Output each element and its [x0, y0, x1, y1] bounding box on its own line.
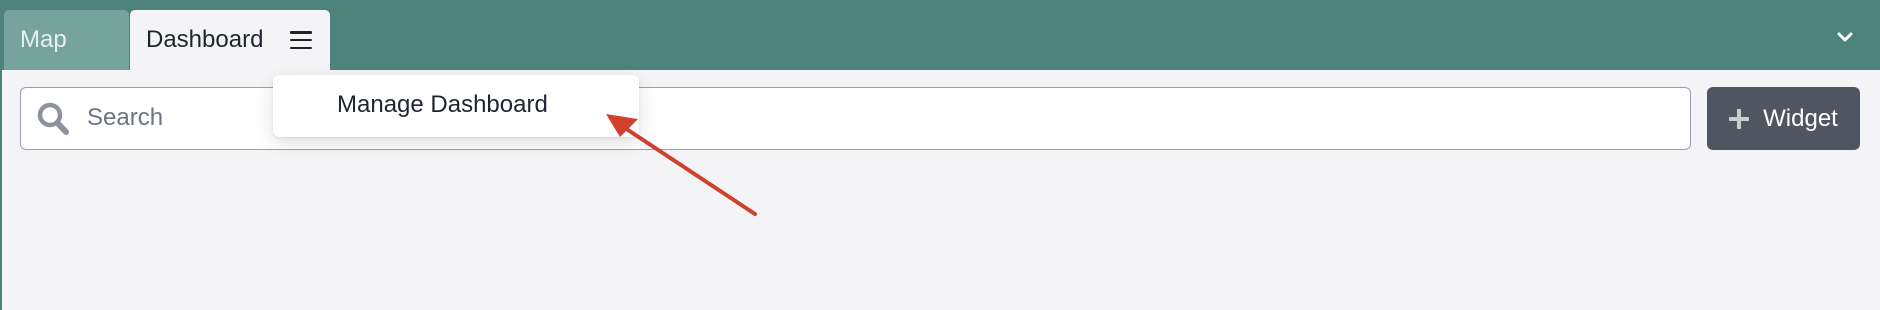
search-icon [37, 102, 69, 135]
hamburger-menu-icon[interactable] [290, 31, 312, 49]
plus-icon [1729, 108, 1750, 129]
menu-item-manage-dashboard[interactable]: Manage Dashboard [337, 91, 548, 119]
tab-dashboard-label: Dashboard [146, 26, 264, 53]
dashboard-tab-menu: Manage Dashboard [273, 75, 639, 137]
add-widget-button[interactable]: Widget [1707, 87, 1860, 150]
app-window: Map Dashboard Widget Manage Dashboard [0, 0, 1880, 310]
tab-bar: Map Dashboard [2, 0, 1880, 70]
tab-map[interactable]: Map [4, 10, 129, 70]
add-widget-button-label: Widget [1763, 104, 1838, 132]
tab-map-label: Map [20, 26, 67, 53]
chevron-down-icon[interactable] [1834, 26, 1856, 48]
tab-dashboard[interactable]: Dashboard [130, 10, 330, 70]
search-box[interactable] [20, 87, 1691, 150]
